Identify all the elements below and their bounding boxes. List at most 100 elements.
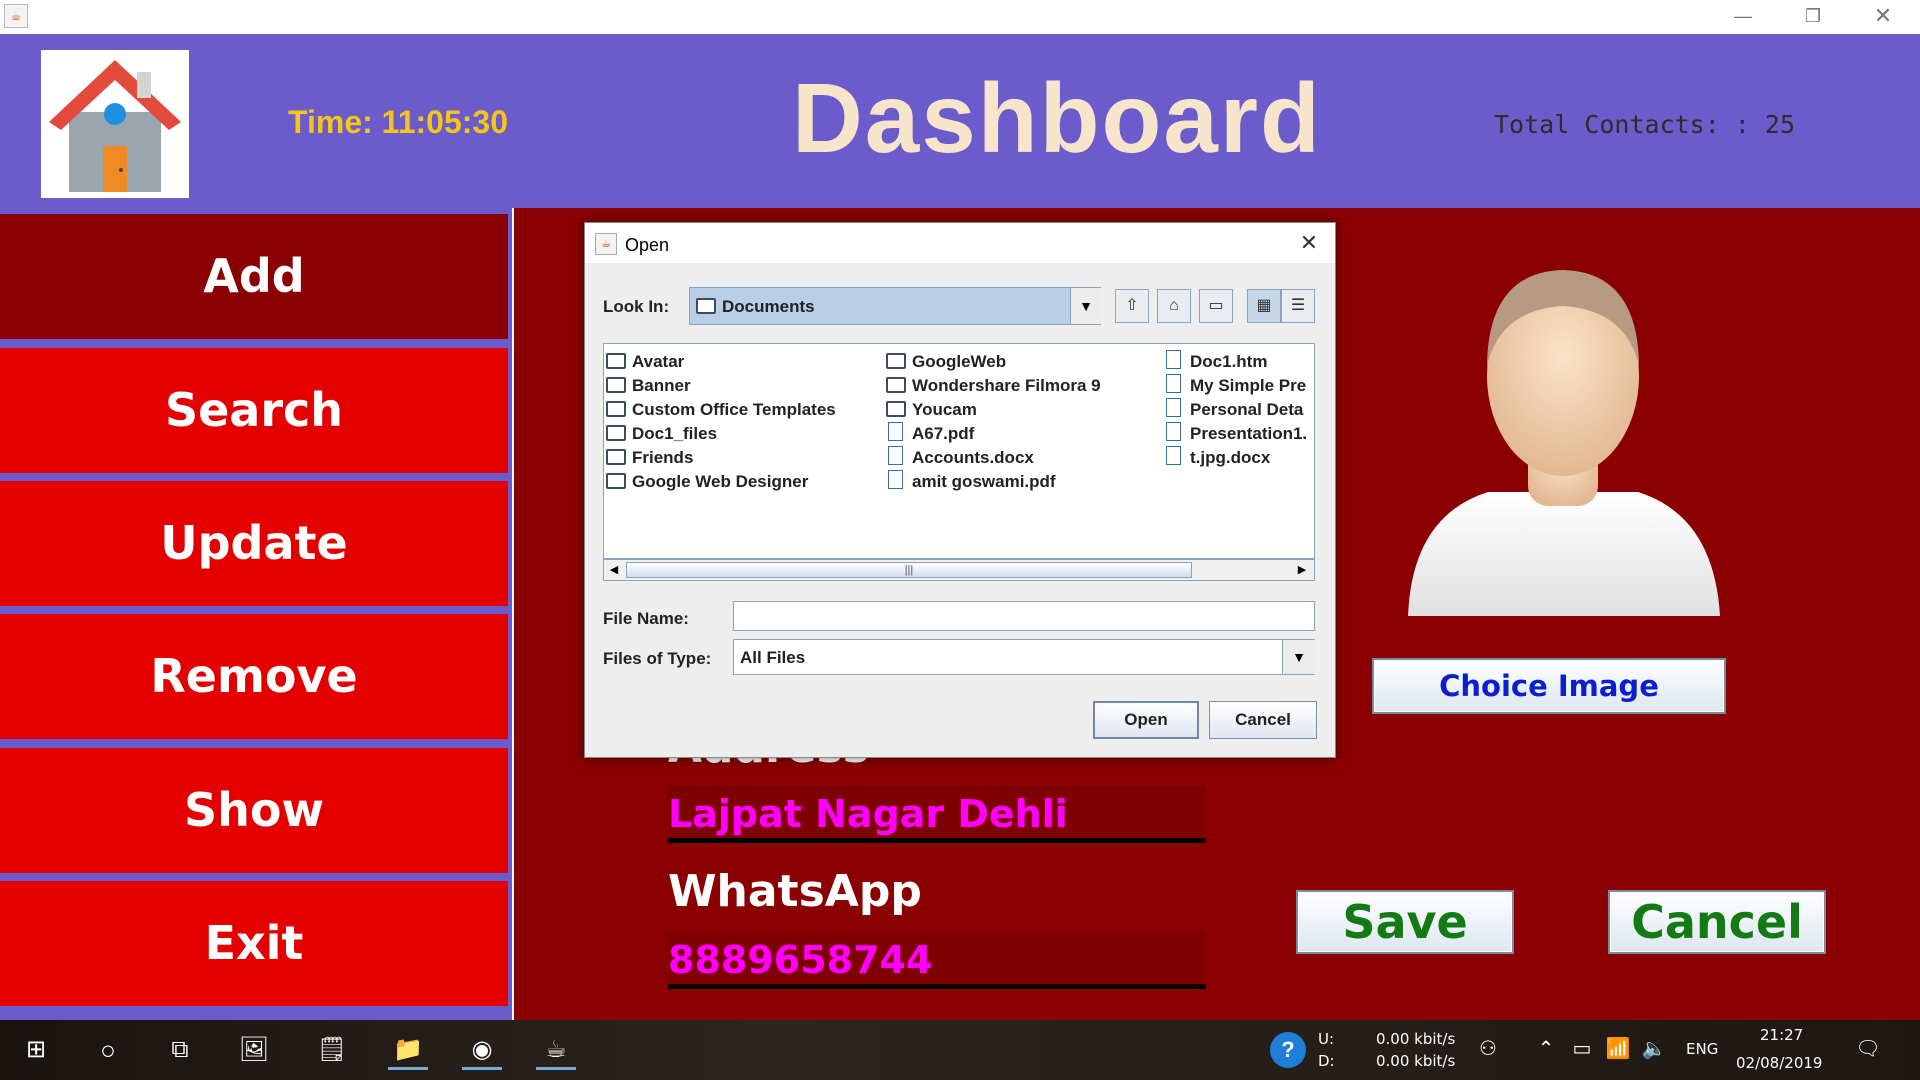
help-icon[interactable]: ? [1270, 1032, 1306, 1068]
close-window-button[interactable]: ✕ [1848, 0, 1918, 34]
list-item[interactable]: Doc1_files [606, 422, 836, 446]
folder-icon [606, 449, 626, 465]
minimize-window-button[interactable]: — [1708, 0, 1778, 34]
total-contacts-label: Total Contacts: : 25 [1494, 110, 1796, 139]
list-item[interactable]: My Simple Pre [1164, 374, 1307, 398]
list-item[interactable]: Google Web Designer [606, 470, 836, 494]
list-item[interactable]: Personal Deta [1164, 398, 1307, 422]
contact-avatar-image [1398, 266, 1728, 626]
chevron-up-icon[interactable]: ⌃ [1532, 1034, 1560, 1064]
list-item[interactable]: Banner [606, 374, 836, 398]
list-item[interactable]: Friends [606, 446, 836, 470]
list-item[interactable]: Presentation1. [1164, 422, 1307, 446]
list-item[interactable]: Wondershare Filmora 9 [886, 374, 1101, 398]
folder-icon [886, 401, 906, 417]
files-of-type-dropdown[interactable]: All Files ▼ [733, 639, 1315, 675]
list-item[interactable]: Avatar [606, 350, 836, 374]
new-folder-button[interactable]: ▭ [1199, 289, 1233, 323]
download-speed: 0.00 kbit/s [1376, 1052, 1456, 1070]
whatsapp-label: WhatsApp [668, 866, 922, 917]
clock-date[interactable]: 02/08/2019 [1736, 1054, 1822, 1072]
list-item[interactable]: A67.pdf [886, 422, 1101, 446]
network-icon[interactable]: 📶 [1604, 1034, 1632, 1064]
restore-window-button[interactable]: ❐ [1778, 0, 1848, 34]
sidebar-update-button[interactable]: Update [0, 481, 508, 606]
clock-label: Time: 11:05:30 [288, 104, 508, 140]
horizontal-scrollbar[interactable]: ◀ ||| ▶ [603, 559, 1315, 581]
scroll-left-icon[interactable]: ◀ [606, 562, 622, 578]
open-file-dialog: ☕ Open ✕ Look In: Documents ▼ ⇧ ⌂ ▭ ▦ ☰ … [584, 222, 1336, 758]
image-editor-icon[interactable]: 🖼 [234, 1030, 274, 1070]
file-icon [1166, 374, 1181, 393]
details-view-button[interactable]: ☰ [1281, 289, 1315, 323]
file-list[interactable]: Avatar Banner Custom Office Templates Do… [603, 343, 1315, 559]
cancel-button[interactable]: Cancel [1608, 890, 1826, 954]
file-name-input[interactable] [733, 601, 1315, 631]
file-icon [888, 422, 903, 441]
task-view-icon[interactable]: ⧉ [160, 1030, 200, 1070]
file-explorer-icon[interactable]: 📁 [388, 1030, 428, 1070]
open-button[interactable]: Open [1093, 701, 1199, 739]
folder-icon [606, 353, 626, 369]
dialog-title: Open [625, 235, 670, 255]
look-in-dropdown[interactable]: Documents ▼ [689, 287, 1101, 325]
battery-icon[interactable]: ▭ [1568, 1034, 1596, 1064]
dialog-close-button[interactable]: ✕ [1289, 227, 1329, 259]
list-item[interactable]: amit goswami.pdf [886, 470, 1101, 494]
java-app-icon: ☕ [4, 4, 28, 28]
clock-time[interactable]: 21:27 [1760, 1026, 1803, 1044]
files-of-type-label: Files of Type: [603, 649, 712, 668]
up-one-level-button[interactable]: ⇧ [1115, 289, 1149, 323]
upload-speed: 0.00 kbit/s [1376, 1030, 1456, 1048]
sidebar-exit-button[interactable]: Exit [0, 881, 508, 1006]
file-icon [888, 470, 903, 489]
files-of-type-value: All Files [740, 648, 806, 667]
save-button[interactable]: Save [1296, 890, 1514, 954]
cortana-search-icon[interactable]: ○ [88, 1030, 128, 1070]
list-item[interactable]: t.jpg.docx [1164, 446, 1307, 470]
list-item[interactable]: GoogleWeb [886, 350, 1101, 374]
folder-icon [606, 377, 626, 393]
list-item[interactable]: Doc1.htm [1164, 350, 1307, 374]
folder-icon [886, 353, 906, 369]
notification-icon[interactable]: 🗨 [1854, 1034, 1882, 1064]
scroll-right-icon[interactable]: ▶ [1294, 562, 1310, 578]
file-column-1: Avatar Banner Custom Office Templates Do… [606, 350, 836, 494]
home-button[interactable]: ⌂ [1157, 289, 1191, 323]
folder-icon [606, 473, 626, 489]
folder-icon [606, 401, 626, 417]
scrollbar-thumb[interactable]: ||| [626, 562, 1192, 578]
file-icon [1166, 398, 1181, 417]
chevron-down-icon[interactable]: ▼ [1282, 640, 1315, 674]
language-indicator[interactable]: ENG [1686, 1040, 1718, 1058]
people-icon[interactable]: ⚇ [1474, 1034, 1502, 1064]
file-name-label: File Name: [603, 609, 689, 628]
list-view-button[interactable]: ▦ [1247, 289, 1281, 323]
folder-up-icon: ⇧ [1125, 297, 1139, 314]
windows-start-icon[interactable]: ⊞ [16, 1030, 56, 1070]
java-app-icon: ☕ [595, 233, 617, 255]
eclipse-icon[interactable]: ◉ [462, 1030, 502, 1070]
page-title: Dashboard [792, 63, 1322, 173]
details-view-icon: ☰ [1290, 297, 1306, 314]
dialog-cancel-button[interactable]: Cancel [1209, 701, 1317, 739]
file-icon [1166, 446, 1181, 465]
volume-icon[interactable]: 🔈 [1640, 1034, 1668, 1064]
file-icon [1166, 422, 1181, 441]
whatsapp-value[interactable]: 8889658744 [668, 938, 932, 982]
list-item[interactable]: Custom Office Templates [606, 398, 836, 422]
list-item[interactable]: Youcam [886, 398, 1101, 422]
chevron-down-icon[interactable]: ▼ [1070, 288, 1101, 324]
minimize-icon: — [1734, 6, 1752, 26]
address-value[interactable]: Lajpat Nagar Dehli [668, 792, 1068, 836]
sidebar-remove-button[interactable]: Remove [0, 614, 508, 739]
notes-app-icon[interactable]: 🗒 [312, 1030, 352, 1070]
java-app-taskbar-icon[interactable]: ☕ [536, 1030, 576, 1070]
sidebar-show-button[interactable]: Show [0, 748, 508, 873]
list-item[interactable]: Accounts.docx [886, 446, 1101, 470]
close-icon: ✕ [1873, 3, 1893, 28]
taskbar [0, 1020, 1920, 1080]
choice-image-button[interactable]: Choice Image [1372, 658, 1726, 714]
sidebar-add-button[interactable]: Add [0, 214, 508, 339]
sidebar-search-button[interactable]: Search [0, 348, 508, 473]
